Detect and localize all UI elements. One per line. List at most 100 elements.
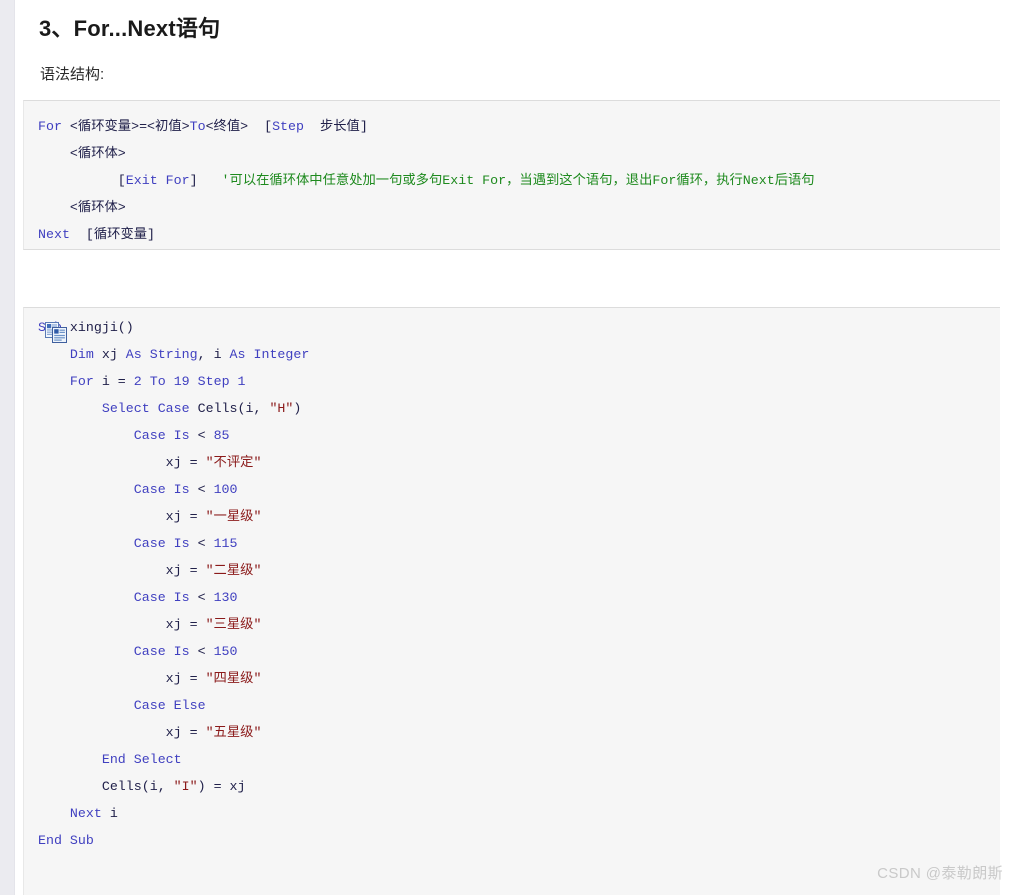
code-token-pln: <	[197, 428, 214, 443]
code-token-pln: <	[197, 482, 214, 497]
code-token-kw: Step	[272, 119, 304, 134]
code-line: xj = "不评定"	[38, 449, 1000, 476]
code-line: Case Is < 130	[38, 584, 1000, 611]
code-token-pln: xj =	[38, 563, 206, 578]
code-token-kw: End Sub	[38, 833, 94, 848]
code-token-kw: Step	[197, 374, 238, 389]
code-token-kw: End Select	[101, 752, 182, 767]
code-token-pln	[38, 752, 102, 767]
code-token-pln	[38, 347, 70, 362]
code-line: For i = 2 To 19 Step 1	[38, 368, 1000, 395]
code-line: Case Is < 115	[38, 530, 1000, 557]
code-token-pln: <	[197, 536, 214, 551]
syntax-code-text: For <循环变量>=<初值>To<终值> [ Step 步长值] <循环体> […	[24, 101, 1000, 249]
code-token-str: "五星级"	[205, 725, 262, 740]
code-token-str: "不评定"	[205, 455, 262, 470]
code-line: <循环体>	[38, 140, 1000, 167]
code-line: Next [循环变量]	[38, 221, 1000, 248]
code-token-pln	[38, 806, 70, 821]
code-token-pln	[38, 401, 102, 416]
copy-code-button[interactable]	[45, 322, 69, 344]
page-title: 3、For...Next语句	[39, 16, 221, 41]
code-line: xj = "五星级"	[38, 719, 1000, 746]
code-line: xj = "四星级"	[38, 665, 1000, 692]
code-token-pln: xj =	[38, 725, 206, 740]
code-token-txt: 步长值]	[304, 119, 368, 134]
csdn-watermark: CSDN @泰勒朗斯	[877, 865, 1003, 882]
syntax-code-block[interactable]: For <循环变量>=<初值>To<终值> [ Step 步长值] <循环体> […	[23, 100, 1000, 250]
code-token-pln	[38, 536, 134, 551]
code-token-pln: xingji()	[69, 320, 134, 335]
code-token-pln: Cells(i,	[38, 779, 174, 794]
code-token-kw: Case Is	[133, 536, 198, 551]
code-token-str: "二星级"	[205, 563, 262, 578]
code-token-pln: Cells(i,	[197, 401, 270, 416]
code-token-pln: , i	[197, 347, 230, 362]
code-token-txt: <终值>	[205, 119, 265, 134]
code-token-pln: xj	[101, 347, 126, 362]
code-line: End Select	[38, 746, 1000, 773]
code-token-kw: Exit For	[125, 173, 190, 188]
code-token-num: 1	[237, 374, 246, 389]
code-token-pln: xj =	[38, 455, 206, 470]
code-token-kw: As String	[125, 347, 198, 362]
code-token-kw: As Integer	[229, 347, 310, 362]
code-token-kw: To	[149, 374, 174, 389]
code-line: Next i	[38, 800, 1000, 827]
code-token-txt: [	[38, 173, 126, 188]
code-token-pln: xj =	[38, 509, 206, 524]
code-line: Select Case Cells(i, "H")	[38, 395, 1000, 422]
code-line: Cells(i, "I") = xj	[38, 773, 1000, 800]
code-token-num: 85	[213, 428, 230, 443]
code-token-kw: Next	[38, 227, 70, 242]
code-token-pln: xj =	[38, 671, 206, 686]
code-line: [Exit For] '可以在循环体中任意处加一句或多句Exit For，当遇到…	[38, 167, 1000, 194]
code-token-kw: Case Else	[133, 698, 206, 713]
code-token-kw: Next	[69, 806, 110, 821]
code-token-cmt: '可以在循环体中任意处加一句或多句Exit For，当遇到这个语句，退出For循…	[221, 173, 815, 188]
code-token-txt: ]	[189, 173, 222, 188]
code-token-num: 115	[213, 536, 238, 551]
code-token-kw: Case Is	[133, 482, 198, 497]
code-token-pln	[38, 590, 134, 605]
code-token-pln	[38, 428, 134, 443]
code-token-str: "I"	[173, 779, 198, 794]
example-code-block[interactable]: Sub xingji() Dim xj As String, i As Inte…	[23, 307, 1000, 895]
code-line: Case Else	[38, 692, 1000, 719]
code-token-str: "三星级"	[205, 617, 262, 632]
code-token-kw: Case Is	[133, 590, 198, 605]
code-token-pln: xj =	[38, 617, 206, 632]
code-token-pln	[38, 374, 70, 389]
code-token-num: 19	[173, 374, 198, 389]
code-line: Case Is < 100	[38, 476, 1000, 503]
code-token-txt: [循环变量]	[69, 227, 156, 242]
code-token-kw: For	[69, 374, 102, 389]
code-token-kw: For	[38, 119, 70, 134]
code-token-kw: To	[189, 119, 206, 134]
code-token-pln: ) = xj	[197, 779, 246, 794]
syntax-structure-label: 语法结构:	[40, 66, 105, 83]
code-token-pln: <	[197, 590, 214, 605]
code-token-txt: <循环体>	[38, 200, 126, 215]
code-line: Case Is < 150	[38, 638, 1000, 665]
code-line: Sub xingji()	[38, 314, 1000, 341]
code-token-num: 100	[213, 482, 238, 497]
code-token-kw: Case Is	[133, 428, 198, 443]
code-token-pln	[38, 698, 134, 713]
code-token-pln: i	[109, 806, 118, 821]
code-line: <循环体>	[38, 194, 1000, 221]
code-token-pln	[38, 644, 134, 659]
example-code-text: Sub xingji() Dim xj As String, i As Inte…	[24, 308, 1000, 864]
code-token-txt: <循环变量>=<初值>	[69, 119, 190, 134]
code-line: xj = "一星级"	[38, 503, 1000, 530]
code-token-pln: <	[197, 644, 214, 659]
code-token-pln: i =	[101, 374, 134, 389]
code-line: Case Is < 85	[38, 422, 1000, 449]
code-token-str: "H"	[269, 401, 294, 416]
code-line: End Sub	[38, 827, 1000, 854]
left-gutter-strip	[0, 0, 14, 895]
code-token-kw: Dim	[69, 347, 102, 362]
code-token-str: "一星级"	[205, 509, 262, 524]
code-token-kw: Case Is	[133, 644, 198, 659]
code-line: Dim xj As String, i As Integer	[38, 341, 1000, 368]
